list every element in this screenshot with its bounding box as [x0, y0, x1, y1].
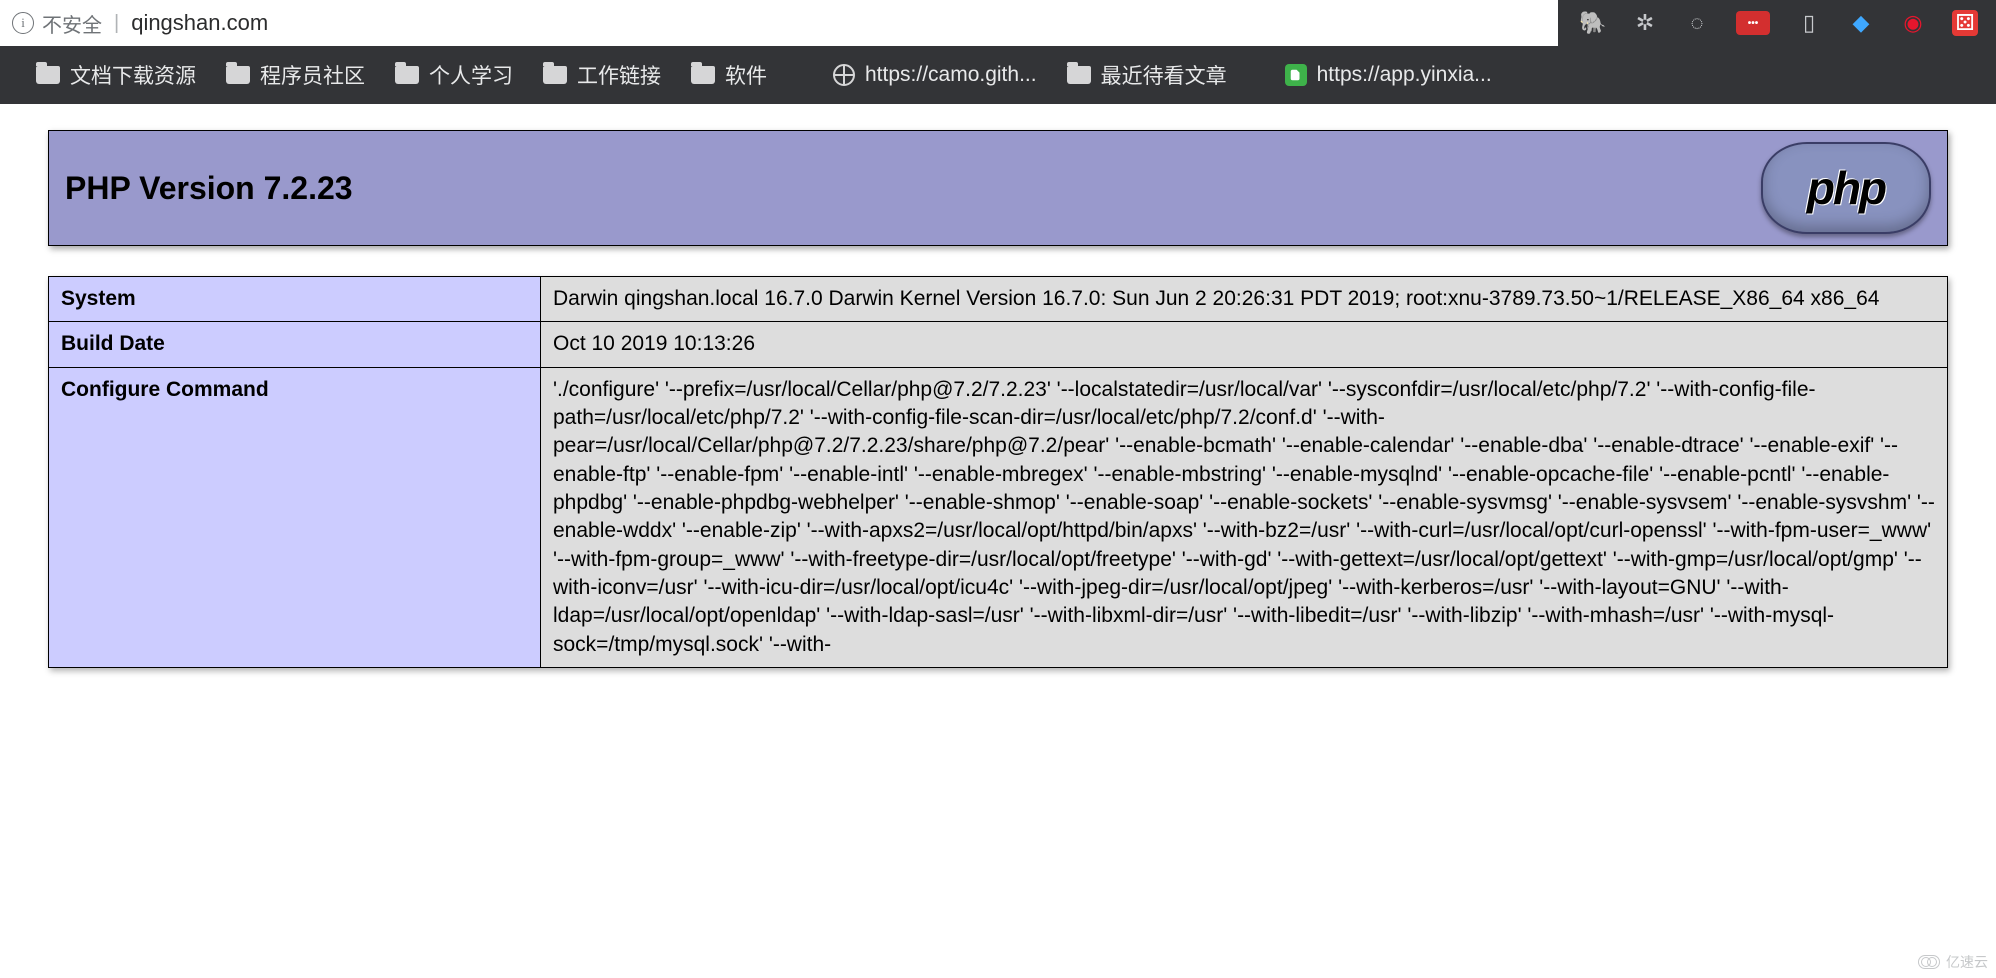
php-logo-text: php [1807, 161, 1885, 215]
bookmark-label: 软件 [725, 60, 767, 90]
gear-icon[interactable]: ✲ [1632, 10, 1658, 36]
phpinfo-row: Build DateOct 10 2019 10:13:26 [49, 322, 1948, 367]
phpinfo-header: PHP Version 7.2.23 php [48, 130, 1948, 246]
phpinfo-tbody: SystemDarwin qingshan.local 16.7.0 Darwi… [49, 277, 1948, 668]
phpinfo-row: SystemDarwin qingshan.local 16.7.0 Darwi… [49, 277, 1948, 322]
phpinfo-value: './configure' '--prefix=/usr/local/Cella… [541, 367, 1948, 667]
bookmark-label: https://camo.gith... [865, 63, 1037, 87]
site-info-icon[interactable]: i [12, 12, 34, 34]
watermark-icon [1918, 955, 1940, 969]
phpinfo-key: System [49, 277, 541, 322]
address-divider: | [114, 12, 119, 35]
refresh-icon[interactable]: ◌ [1684, 10, 1710, 36]
bookmark-item[interactable]: 最近待看文章 [1061, 56, 1233, 94]
globe-icon [833, 64, 855, 86]
folder-icon [395, 66, 419, 84]
watermark-text: 亿速云 [1946, 952, 1988, 972]
bookmark-item[interactable]: https://app.yinxia... [1279, 59, 1498, 91]
bookmark-label: 最近待看文章 [1101, 60, 1227, 90]
phpinfo-key: Build Date [49, 322, 541, 367]
page-content: PHP Version 7.2.23 php SystemDarwin qing… [0, 104, 1996, 668]
bookmark-label: https://app.yinxia... [1317, 63, 1492, 87]
not-secure-label: 不安全 [42, 9, 102, 38]
bookmark-outline-icon[interactable]: ▯ [1796, 10, 1822, 36]
phpinfo-key: Configure Command [49, 367, 541, 667]
bookmark-item[interactable]: 文档下载资源 [30, 56, 202, 94]
phpinfo-row: Configure Command'./configure' '--prefix… [49, 367, 1948, 667]
bookmark-label: 程序员社区 [260, 60, 365, 90]
address-bar[interactable]: i 不安全 | qingshan.com ☆ 🐘✲◌•••▯◆◉⚄ [0, 0, 1996, 46]
browser-chrome: i 不安全 | qingshan.com ☆ 🐘✲◌•••▯◆◉⚄ 文档下载资源… [0, 0, 1996, 104]
bookmark-item[interactable]: https://camo.gith... [827, 59, 1043, 91]
bookmark-item[interactable]: 程序员社区 [220, 56, 371, 94]
dice-icon[interactable]: ⚄ [1952, 10, 1978, 36]
folder-icon [226, 66, 250, 84]
extension-tray: 🐘 ✲ ◌ ••• ▯ ◆ ◉ ⚄ [1558, 0, 1996, 46]
bookmark-item[interactable]: 软件 [685, 56, 773, 94]
lastpass-icon[interactable]: ••• [1736, 11, 1770, 35]
bookmarks-bar: 文档下载资源 程序员社区 个人学习 工作链接 软件 https://camo.gith..… [0, 46, 1996, 104]
bookmark-label: 文档下载资源 [70, 60, 196, 90]
folder-icon [691, 66, 715, 84]
page-url[interactable]: qingshan.com [131, 10, 268, 36]
evernote-icon[interactable]: 🐘 [1580, 10, 1606, 36]
php-version-title: PHP Version 7.2.23 [65, 170, 353, 207]
weibo-icon[interactable]: ◉ [1900, 10, 1926, 36]
phpinfo-table: SystemDarwin qingshan.local 16.7.0 Darwi… [48, 276, 1948, 668]
bookmark-item[interactable]: 个人学习 [389, 56, 519, 94]
phpinfo-value: Oct 10 2019 10:13:26 [541, 322, 1948, 367]
folder-icon [1067, 66, 1091, 84]
bookmark-label: 个人学习 [429, 60, 513, 90]
evernote-icon [1285, 64, 1307, 86]
folder-icon [36, 66, 60, 84]
folder-icon [543, 66, 567, 84]
diamond-icon[interactable]: ◆ [1848, 10, 1874, 36]
bookmark-item[interactable]: 工作链接 [537, 56, 667, 94]
phpinfo-value: Darwin qingshan.local 16.7.0 Darwin Kern… [541, 277, 1948, 322]
php-logo: php [1761, 142, 1931, 234]
bookmark-label: 工作链接 [577, 60, 661, 90]
watermark: 亿速云 [1918, 952, 1988, 972]
